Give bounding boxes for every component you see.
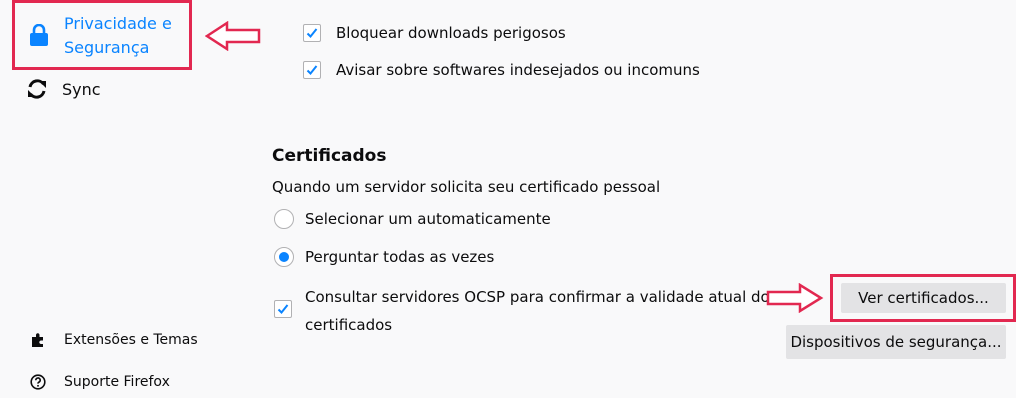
- certificates-description: Quando um servidor solicita seu certific…: [272, 178, 661, 196]
- privacy-highlight-box: [12, 0, 192, 70]
- checkmark-icon: [306, 28, 318, 38]
- puzzle-piece-icon: [30, 332, 46, 348]
- sidebar-item-sync[interactable]: Sync: [26, 78, 101, 100]
- ocsp-checkbox[interactable]: [274, 300, 292, 318]
- certificates-title: Certificados: [272, 146, 387, 166]
- sync-icon: [26, 78, 48, 100]
- checkmark-icon: [277, 304, 289, 314]
- radio-ask-every-time-label: Perguntar todas as vezes: [305, 248, 495, 266]
- checkmark-icon: [306, 65, 318, 75]
- block-downloads-label: Bloquear downloads perigosos: [336, 24, 566, 42]
- block-downloads-checkbox[interactable]: [303, 24, 321, 42]
- view-certificates-button[interactable]: Ver certificados...: [841, 283, 1006, 313]
- ocsp-label-line1: Consultar servidores OCSP para confirmar…: [305, 288, 778, 306]
- sidebar-extensions-label: Extensões e Temas: [64, 332, 198, 348]
- arrow-left-icon: [205, 21, 261, 51]
- sidebar-item-support[interactable]: Suporte Firefox: [30, 374, 170, 390]
- sidebar-sync-label: Sync: [62, 79, 101, 99]
- arrow-right-icon: [766, 283, 824, 313]
- radio-select-automatically-label: Selecionar um automaticamente: [305, 210, 551, 228]
- sidebar-support-label: Suporte Firefox: [64, 374, 170, 390]
- radio-select-automatically[interactable]: [274, 209, 294, 229]
- ocsp-label-line2: certificados: [305, 316, 393, 334]
- preferences-page: Privacidade e Segurança Sync Extensões e…: [0, 0, 1016, 398]
- warn-software-checkbox[interactable]: [303, 61, 321, 79]
- sidebar-item-extensions[interactable]: Extensões e Temas: [30, 332, 198, 348]
- radio-ask-every-time[interactable]: [274, 247, 294, 267]
- help-circle-icon: [30, 374, 46, 390]
- security-devices-button[interactable]: Dispositivos de segurança...: [786, 325, 1006, 359]
- warn-software-label: Avisar sobre softwares indesejados ou in…: [336, 61, 700, 79]
